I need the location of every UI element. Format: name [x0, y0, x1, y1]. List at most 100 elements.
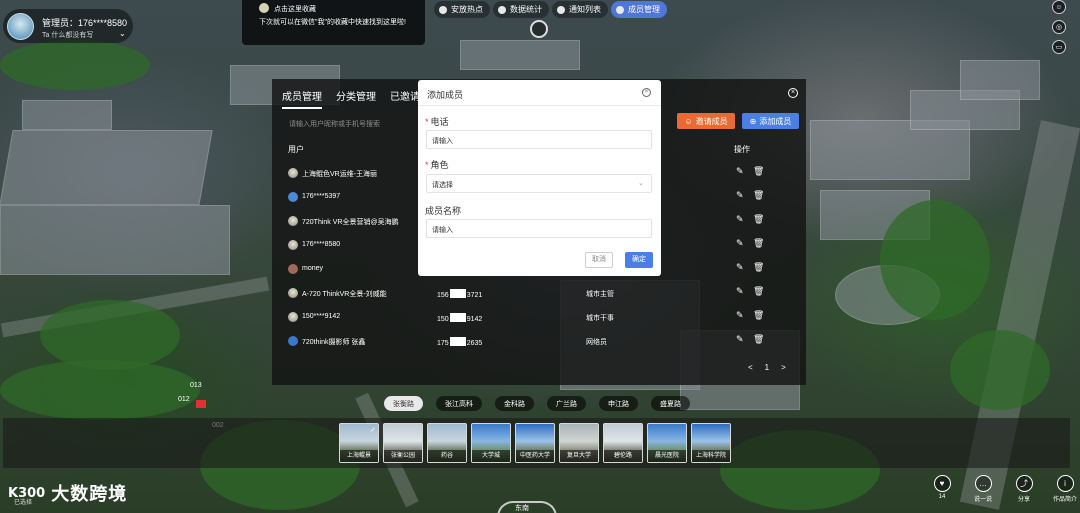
current-page[interactable]: 1 [765, 363, 769, 372]
action-bar: ♥ 14 … 说一说 ⤴ 分享 i 作品简介 [928, 475, 1079, 503]
flag-icon[interactable] [196, 400, 206, 408]
favorite-tip: 点击这里收藏 下次就可以在微信"我"的收藏中快速找到这里啦! [242, 0, 425, 45]
info-label: 作品简介 [1052, 497, 1077, 503]
category-pill[interactable]: 申江路 [599, 396, 638, 411]
topbar-members[interactable]: 成员管理 [611, 1, 667, 18]
phone-field[interactable]: 请输入 [426, 130, 652, 149]
user-card[interactable]: 管理员：176****8580 Ta 什么都没有写 ⌄ [3, 9, 133, 43]
cancel-button[interactable]: 取消 [585, 252, 613, 268]
dialog-title: 添加成员 [427, 90, 464, 100]
tip-title[interactable]: 点击这里收藏 [274, 4, 316, 14]
confirm-button[interactable]: 确定 [625, 252, 653, 268]
trash-icon[interactable]: 🗑 [753, 166, 764, 177]
trash-icon[interactable]: 🗑 [753, 214, 764, 225]
edit-icon[interactable]: ✎ [736, 310, 744, 321]
avatar [288, 264, 298, 274]
member-phone: 150 9142 [437, 313, 482, 323]
tab-categories[interactable]: 分类管理 [336, 88, 376, 109]
scene-thumb[interactable]: 药谷 [427, 423, 467, 463]
edit-icon[interactable]: ✎ [736, 238, 744, 249]
scene-thumb[interactable]: 复旦大学 [559, 423, 599, 463]
member-phone: 156 3721 [437, 289, 482, 299]
avatar [288, 216, 298, 226]
edit-icon[interactable]: ✎ [736, 286, 744, 297]
bell-icon [557, 5, 565, 14]
trash-icon[interactable]: 🗑 [753, 262, 764, 273]
hotspot-marker[interactable]: 012 [178, 396, 190, 403]
tab-members[interactable]: 成员管理 [282, 88, 322, 109]
trash-icon[interactable]: 🗑 [753, 334, 764, 345]
edit-icon[interactable]: ✎ [736, 262, 744, 273]
invite-member-button[interactable]: ☺ 邀请成员 [677, 113, 735, 129]
trash-icon[interactable]: 🗑 [753, 190, 764, 201]
share-icon: ⤴ [1015, 475, 1033, 492]
trash-icon[interactable]: 🗑 [753, 238, 764, 249]
topbar-hotspot-label: 安放热点 [451, 5, 483, 14]
scene-thumb[interactable]: 上海科学院 [691, 423, 731, 463]
category-pills: 张衡路 张江高科 金科路 广兰路 申江路 盛夏路 [384, 396, 690, 411]
compass-icon[interactable] [530, 20, 548, 38]
share-button[interactable]: ⤴ 分享 [1010, 475, 1038, 503]
category-pill[interactable]: 张江高科 [436, 396, 482, 411]
scene-thumb[interactable]: 大学城 [471, 423, 511, 463]
category-pill[interactable]: 广兰路 [547, 396, 586, 411]
member-name: 720think摄影师 张鑫 [302, 339, 366, 346]
scene-thumb[interactable]: 中医药大学 [515, 423, 555, 463]
phone-label: * 电话 [425, 117, 449, 127]
topbar-notifications[interactable]: 通知列表 [552, 1, 608, 18]
edit-icon[interactable]: ✎ [736, 166, 744, 177]
right-toolbar: ☺ ◎ ▭ [1052, 0, 1070, 60]
avatar[interactable] [7, 13, 34, 40]
compass-direction: 东南 [515, 505, 529, 512]
table-row: 150****9142 150 9142 城市干事 ✎ 🗑 [282, 305, 800, 329]
prev-page-button[interactable]: < [748, 363, 753, 372]
scene-thumb[interactable]: 晨光医院 [647, 423, 687, 463]
member-name: money [302, 265, 324, 272]
avatar-icon[interactable]: ☺ [1052, 0, 1066, 14]
gyro-icon[interactable]: ◎ [1052, 20, 1066, 34]
member-name-label: 成员名称 [425, 206, 462, 216]
topbar-hotspot[interactable]: 安放热点 [434, 1, 490, 18]
member-name-field[interactable]: 请输入 [426, 219, 652, 238]
search-input[interactable]: 请输入用户昵称或手机号搜索 [289, 119, 380, 129]
table-row: A-720 ThinkVR全景-刘威能 156 3721 城市主管 ✎ 🗑 [282, 281, 800, 305]
users-icon [616, 5, 624, 14]
topbar-members-label: 成员管理 [628, 5, 660, 14]
dialog-header: 添加成员 × [418, 80, 661, 106]
topbar-statistics[interactable]: 数据统计 [493, 1, 549, 18]
role-label: * 角色 [425, 160, 449, 170]
cart-icon[interactable]: ▭ [1052, 40, 1066, 54]
invite-member-label: 邀请成员 [695, 116, 728, 126]
edit-icon[interactable]: ✎ [736, 190, 744, 201]
plus-icon: ⊕ [749, 116, 757, 126]
avatar [288, 240, 298, 250]
category-pill[interactable]: 盛夏路 [651, 396, 690, 411]
next-page-button[interactable]: > [781, 363, 786, 372]
member-name: 上海鲲色VR运维-王海丽 [302, 171, 378, 178]
share-label: 分享 [1017, 497, 1030, 503]
avatar [288, 192, 298, 202]
category-pill[interactable]: 金科路 [495, 396, 534, 411]
role-select[interactable]: 请选择 ⌄ [426, 174, 652, 193]
comment-button[interactable]: … 说一说 [969, 475, 997, 503]
scene-thumb[interactable]: 碧伦路 [603, 423, 643, 463]
like-button[interactable]: ♥ 14 [928, 475, 956, 503]
pin-icon [439, 5, 447, 14]
scene-thumb[interactable]: 张衡公园 [383, 423, 423, 463]
edit-icon[interactable]: ✎ [736, 214, 744, 225]
chevron-down-icon[interactable]: ⌄ [119, 29, 126, 38]
close-icon[interactable]: × [642, 88, 651, 97]
trash-icon[interactable]: 🗑 [753, 286, 764, 297]
add-member-button[interactable]: ⊕ 添加成员 [742, 113, 799, 129]
scene-label: 碧伦路 [604, 450, 642, 462]
comment-label: 说一说 [973, 497, 992, 503]
topbar-notifications-label: 通知列表 [569, 5, 601, 14]
trash-icon[interactable]: 🗑 [753, 310, 764, 321]
scene-thumbnails: ✓ 上海鲲景 张衡公园 药谷 大学城 中医药大学 复旦大学 碧伦路 晨光医院 上海… [339, 423, 731, 463]
category-pill[interactable]: 张衡路 [384, 396, 423, 411]
info-button[interactable]: i 作品简介 [1051, 475, 1079, 503]
close-icon[interactable]: × [788, 88, 798, 98]
scene-thumb[interactable]: ✓ 上海鲲景 [339, 423, 379, 463]
hotspot-marker[interactable]: 013 [190, 382, 202, 389]
edit-icon[interactable]: ✎ [736, 334, 744, 345]
